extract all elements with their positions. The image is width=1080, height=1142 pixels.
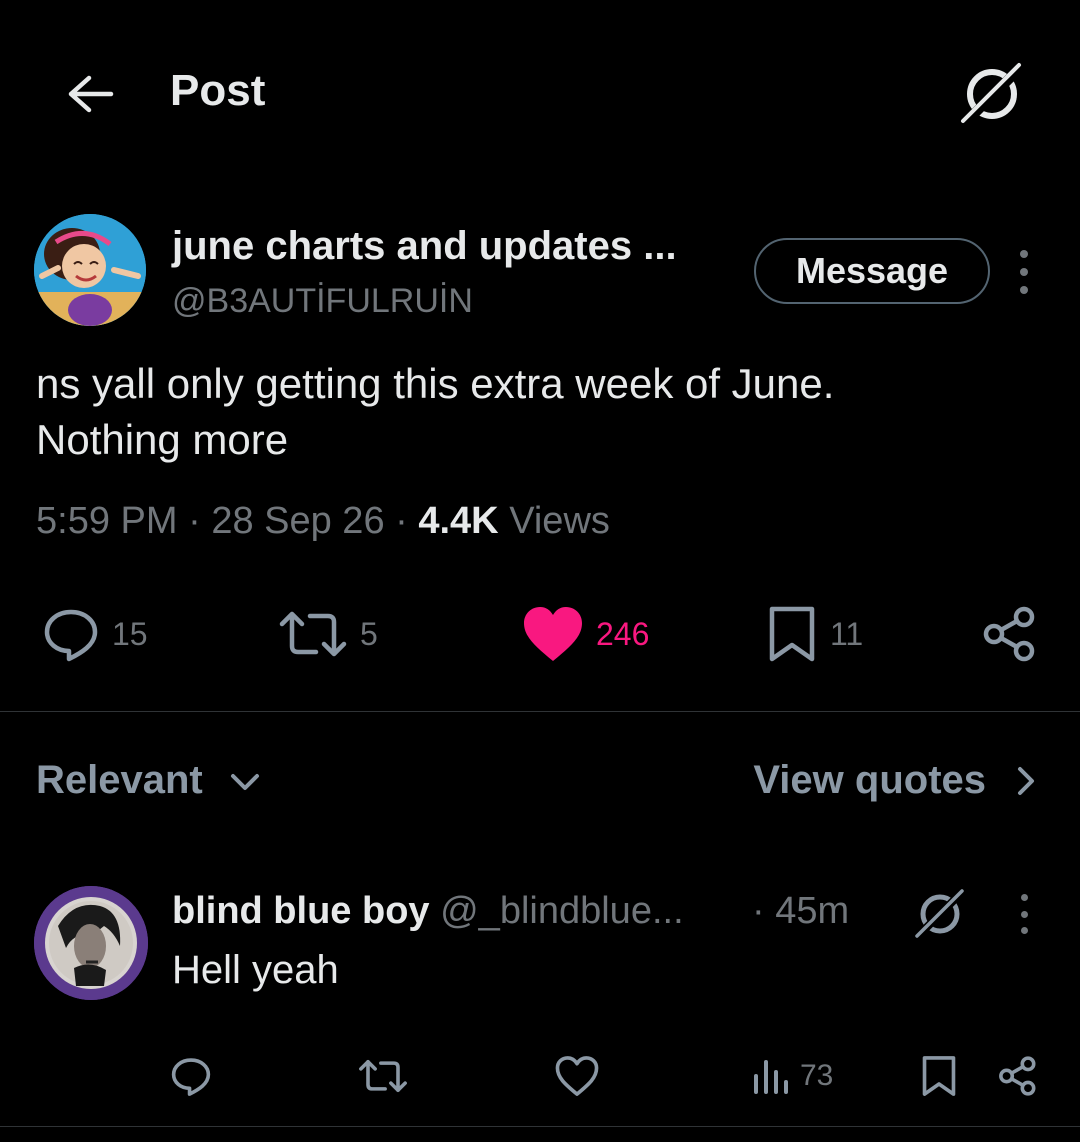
reply-icon <box>171 1058 211 1096</box>
reply-author-name[interactable]: blind blue boy <box>172 890 430 932</box>
reply-views-button[interactable]: 73 <box>750 1048 833 1104</box>
author-avatar-image <box>34 214 146 326</box>
reply-avatar-image <box>34 886 148 1000</box>
reply-grok-button[interactable] <box>912 886 968 942</box>
sort-dropdown[interactable]: Relevant <box>36 758 265 803</box>
author-handle[interactable]: @B3AUTİFULRUİN <box>172 282 473 321</box>
post-date[interactable]: 28 Sep 26 <box>211 500 384 542</box>
top-bar: Post <box>0 0 1080 180</box>
view-quotes-link[interactable]: View quotes <box>753 758 1040 803</box>
reply-icon <box>44 609 98 662</box>
meta-separator: · <box>395 500 408 542</box>
divider <box>0 1126 1080 1127</box>
post-more-button[interactable] <box>1004 250 1044 294</box>
reply-time[interactable]: · 45m <box>752 890 849 933</box>
heart-filled-icon <box>524 607 582 661</box>
more-dot-icon <box>1020 250 1028 258</box>
reply-author-handle[interactable]: @_blindblue... <box>440 890 684 932</box>
reply-reply-button[interactable] <box>170 1048 212 1104</box>
reply-like-button[interactable] <box>554 1048 600 1104</box>
views-chart-icon <box>754 1060 788 1094</box>
grok-icon <box>961 63 1025 127</box>
more-dot-icon <box>1020 910 1028 918</box>
bookmark-icon <box>769 606 815 662</box>
post-text: ns yall only getting this extra week of … <box>36 360 835 463</box>
repost-icon <box>279 611 347 657</box>
message-button[interactable]: Message <box>754 238 990 304</box>
reply-views-count: 73 <box>800 1059 834 1092</box>
chevron-down-icon <box>230 773 259 790</box>
reply-text: Hell yeah <box>172 948 339 992</box>
reply-avatar[interactable] <box>34 886 148 1000</box>
post-action-bar: 15 5 246 11 <box>0 596 1080 672</box>
divider <box>0 711 1080 712</box>
bookmark-button[interactable]: 11 <box>766 596 863 672</box>
replies-sort-row: Relevant View quotes <box>0 748 1080 818</box>
meta-separator: · <box>188 500 201 542</box>
repost-icon <box>359 1059 407 1093</box>
more-dot-icon <box>1020 268 1028 276</box>
back-arrow-icon <box>68 75 114 113</box>
more-dot-icon <box>1020 894 1028 901</box>
views-count[interactable]: 4.4K <box>418 500 498 542</box>
author-avatar[interactable] <box>34 214 146 326</box>
share-icon <box>983 606 1035 662</box>
reply-header: blind blue boy @_blindblue... <box>172 890 684 933</box>
reply-more-button[interactable] <box>1004 894 1044 934</box>
reply-repost-button[interactable] <box>358 1048 408 1104</box>
share-button[interactable] <box>982 596 1038 672</box>
more-dot-icon <box>1020 927 1028 934</box>
bookmark-icon <box>922 1056 956 1096</box>
post-time[interactable]: 5:59 PM <box>36 500 178 542</box>
reply-button[interactable]: 15 <box>42 596 148 672</box>
more-dot-icon <box>1020 286 1028 294</box>
share-icon <box>999 1056 1036 1096</box>
back-button[interactable] <box>60 66 120 122</box>
views-label: Views <box>509 500 610 542</box>
heart-icon <box>555 1056 599 1096</box>
view-quotes-label: View quotes <box>753 758 986 802</box>
like-button[interactable]: 246 <box>522 596 649 672</box>
reply-share-button[interactable] <box>998 1048 1038 1104</box>
chevron-right-icon <box>1018 766 1034 795</box>
post-meta: 5:59 PM · 28 Sep 26 · 4.4K Views <box>36 500 610 543</box>
page-title: Post <box>170 66 266 115</box>
reply-count: 15 <box>112 615 148 652</box>
like-count: 246 <box>596 615 650 652</box>
bookmark-count: 11 <box>830 615 864 652</box>
post-author-row: june charts and updates ... @B3AUTİFULRU… <box>0 210 1080 340</box>
grok-button[interactable] <box>956 58 1028 130</box>
repost-count: 5 <box>360 615 378 652</box>
sort-label: Relevant <box>36 758 203 802</box>
author-name[interactable]: june charts and updates ... <box>172 224 677 269</box>
reply-action-bar: 73 <box>0 1048 1080 1104</box>
repost-button[interactable]: 5 <box>278 596 378 672</box>
grok-icon <box>914 888 966 940</box>
reply-bookmark-button[interactable] <box>920 1048 958 1104</box>
